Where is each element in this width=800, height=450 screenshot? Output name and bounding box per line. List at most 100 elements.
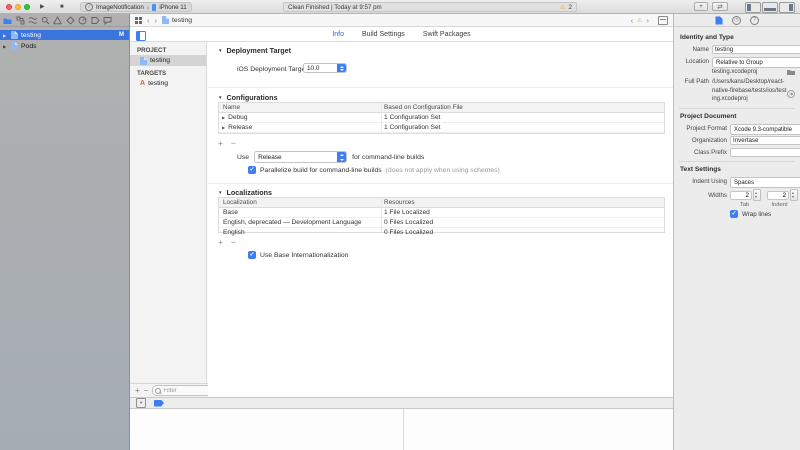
filter-input[interactable] bbox=[163, 388, 208, 394]
remove-localization-button[interactable]: − bbox=[231, 237, 236, 247]
tab-width-field[interactable] bbox=[730, 191, 752, 200]
ios-deployment-target-popup[interactable]: 10.0 bbox=[303, 63, 347, 73]
symbol-navigator-icon[interactable] bbox=[28, 16, 37, 25]
parallelize-label: Parallelize build for command-line build… bbox=[260, 167, 382, 174]
back-icon[interactable]: ‹ bbox=[147, 16, 150, 25]
table-row[interactable]: English, deprecated — Development Langua… bbox=[219, 218, 664, 228]
disclosure-icon[interactable]: ▶ bbox=[222, 115, 225, 120]
editor-mode-icon[interactable] bbox=[658, 16, 668, 25]
quick-help-inspector-icon[interactable]: ? bbox=[750, 16, 759, 25]
target-item[interactable]: A testing bbox=[130, 78, 206, 89]
wrap-lines-checkbox[interactable]: ✓ bbox=[730, 210, 738, 218]
column-header-localization: Localization bbox=[219, 199, 381, 206]
stop-button[interactable]: ■ bbox=[60, 3, 64, 12]
table-row[interactable]: ▶Debug 1 Configuration Set bbox=[219, 113, 664, 123]
breakpoints-toggle-icon[interactable] bbox=[154, 400, 164, 407]
deployment-target-section[interactable]: ▼ Deployment Target bbox=[218, 46, 291, 55]
command-line-config-popup[interactable]: Release bbox=[254, 151, 347, 163]
parallelize-checkbox[interactable]: ✓ bbox=[248, 166, 256, 174]
add-configuration-button[interactable]: + bbox=[218, 138, 223, 148]
navigator-item-testing[interactable]: ▶ testing M bbox=[0, 30, 129, 40]
project-item[interactable]: testing bbox=[130, 55, 206, 66]
test-navigator-icon[interactable] bbox=[66, 16, 75, 25]
indent-width-field[interactable] bbox=[767, 191, 789, 200]
toggle-debug-area-button[interactable] bbox=[762, 2, 778, 13]
related-items-icon[interactable] bbox=[135, 17, 138, 20]
add-localization-button[interactable]: + bbox=[218, 237, 223, 247]
configurations-section[interactable]: ▼ Configurations bbox=[218, 93, 278, 102]
toggle-navigator-button[interactable] bbox=[745, 2, 761, 13]
project-format-popup[interactable]: Xcode 9.3-compatible bbox=[730, 124, 800, 135]
breakpoint-navigator-icon[interactable] bbox=[91, 16, 100, 25]
localization-resources: 0 Files Localized bbox=[381, 219, 433, 226]
popup-value: Xcode 9.3-compatible bbox=[734, 127, 792, 133]
project-file-icon bbox=[11, 31, 18, 39]
folder-icon[interactable] bbox=[787, 69, 795, 75]
library-button[interactable]: + bbox=[694, 2, 708, 11]
indent-width-stepper[interactable] bbox=[790, 189, 798, 201]
forward-icon[interactable]: › bbox=[155, 16, 158, 25]
debug-navigator-icon[interactable] bbox=[78, 16, 87, 25]
remove-target-button[interactable]: − bbox=[144, 386, 149, 396]
tab-info[interactable]: Info bbox=[332, 31, 344, 38]
history-inspector-icon[interactable]: ◷ bbox=[732, 16, 741, 25]
remove-configuration-button[interactable]: − bbox=[231, 138, 236, 148]
name-field[interactable] bbox=[712, 45, 800, 54]
table-row[interactable]: ▶Release 1 Configuration Set bbox=[219, 123, 664, 133]
report-navigator-icon[interactable] bbox=[103, 16, 112, 25]
minimize-button[interactable] bbox=[15, 4, 21, 10]
project-navigator-icon[interactable] bbox=[3, 16, 12, 25]
section-divider bbox=[208, 183, 673, 184]
navigator-item-pods[interactable]: ▶ Pods bbox=[0, 41, 129, 51]
disclosure-open-icon[interactable]: ▼ bbox=[218, 48, 222, 53]
toggle-inspectors-button[interactable] bbox=[779, 2, 795, 13]
localizations-table: Localization Resources Base 1 File Local… bbox=[218, 197, 665, 233]
disclosure-icon[interactable]: ▶ bbox=[3, 44, 8, 49]
editor-options-button[interactable]: ⇄ bbox=[712, 2, 728, 11]
hide-debug-area-icon[interactable]: ▾ bbox=[136, 398, 146, 408]
debug-area-divider[interactable] bbox=[403, 409, 404, 450]
issue-navigator-icon[interactable] bbox=[53, 16, 62, 25]
tab-width-stepper[interactable] bbox=[753, 189, 761, 201]
table-row[interactable]: English 0 Files Localized bbox=[219, 228, 664, 237]
scheme-selector[interactable]: i ImageNotification › iPhone 11 bbox=[80, 2, 192, 12]
config-name: Release bbox=[228, 124, 252, 131]
tab-build-settings[interactable]: Build Settings bbox=[362, 31, 405, 38]
previous-issue-icon[interactable]: ‹ bbox=[631, 16, 634, 25]
organization-field[interactable] bbox=[730, 136, 800, 145]
jump-bar: ‹ › testing ‹ ⚠ › bbox=[130, 14, 673, 27]
text-settings-section-title: Text Settings bbox=[680, 166, 795, 173]
location-popup[interactable]: Relative to Group bbox=[712, 57, 800, 68]
close-button[interactable] bbox=[6, 4, 12, 10]
open-in-finder-icon[interactable] bbox=[787, 90, 795, 98]
disclosure-open-icon[interactable]: ▼ bbox=[218, 190, 222, 195]
indent-using-popup[interactable]: Spaces bbox=[730, 177, 800, 188]
location-label: Location bbox=[679, 58, 712, 65]
find-navigator-icon[interactable] bbox=[41, 16, 50, 25]
file-inspector-icon[interactable] bbox=[715, 16, 723, 25]
filter-field[interactable] bbox=[152, 385, 211, 396]
full-path-value: /Users/kans/Desktop/react-native-firebas… bbox=[712, 78, 787, 104]
disclosure-open-icon[interactable]: ▼ bbox=[218, 95, 222, 100]
zoom-button[interactable] bbox=[24, 4, 30, 10]
popup-value: Spaces bbox=[734, 180, 754, 186]
localizations-section[interactable]: ▼ Localizations bbox=[218, 188, 272, 197]
disclosure-icon[interactable]: ▶ bbox=[222, 125, 225, 130]
config-name: Debug bbox=[228, 114, 247, 121]
table-row[interactable]: Base 1 File Localized bbox=[219, 208, 664, 218]
project-item-label: testing bbox=[150, 57, 170, 64]
disclosure-icon[interactable]: ▶ bbox=[3, 33, 8, 38]
popup-stepper-icon bbox=[337, 64, 346, 72]
activity-viewer[interactable]: Clean Finished | Today at 9:57 pm ⚠ 2 bbox=[283, 2, 577, 12]
source-control-icon[interactable] bbox=[16, 16, 25, 25]
add-target-button[interactable]: + bbox=[135, 386, 140, 396]
jump-bar-file[interactable]: testing bbox=[162, 16, 192, 24]
xcode-window: ▶ ■ i ImageNotification › iPhone 11 Clea… bbox=[0, 0, 800, 450]
wrap-lines-label: Wrap lines bbox=[742, 211, 771, 218]
base-internationalization-checkbox[interactable]: ✓ bbox=[248, 251, 256, 259]
next-issue-icon[interactable]: › bbox=[647, 16, 650, 25]
class-prefix-field[interactable] bbox=[730, 148, 800, 157]
tab-swift-packages[interactable]: Swift Packages bbox=[423, 31, 471, 38]
app-target-icon: A bbox=[140, 80, 145, 87]
run-button[interactable]: ▶ bbox=[40, 3, 45, 12]
